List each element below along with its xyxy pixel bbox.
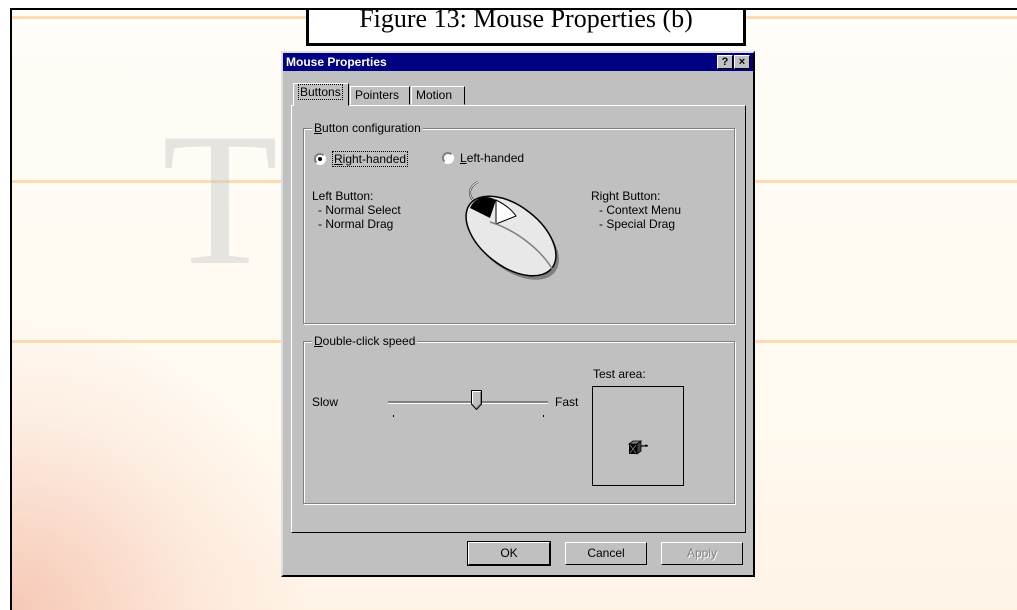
left-button-title: Left Button: [312,189,374,203]
tab-buttons[interactable]: Buttons [293,83,349,106]
test-area[interactable] [592,386,684,486]
fast-label: Fast [555,395,579,409]
cancel-button[interactable]: Cancel [565,542,647,565]
radio-right-handed[interactable]: Right-handed [314,151,409,167]
title-bar[interactable]: Mouse Properties ? × [283,53,753,71]
tab-panel-buttons: Button configuration Right-handed Left-h… [291,105,746,533]
group-label: Button configuration [312,121,423,135]
ok-button[interactable]: OK [467,541,551,566]
test-area-label: Test area: [593,367,646,381]
apply-button[interactable]: Apply [661,542,743,565]
speed-slider-thumb[interactable] [471,390,482,410]
button-configuration-group: Button configuration Right-handed Left-h… [303,121,735,324]
radio-unselected-icon [442,152,454,164]
right-button-item: - Context Menu [599,203,682,217]
radio-left-handed[interactable]: Left-handed [442,151,524,165]
figure-caption: Figure 13: Mouse Properties (b) [359,8,693,33]
radio-label: Right-handed [332,151,409,167]
mouse-illustration-icon [465,181,559,280]
left-button-item: - Normal Drag [318,217,394,231]
radio-label: Left-handed [460,151,525,165]
dialog-title: Mouse Properties [286,55,387,69]
mouse-properties-dialog: Mouse Properties ? × Buttons Pointers Mo… [281,51,755,577]
speed-slider-track[interactable] [388,401,548,404]
help-button[interactable]: ? [717,55,733,69]
slow-label: Slow [312,395,339,409]
radio-selected-icon [314,153,326,165]
jack-in-the-box-icon [627,440,649,455]
right-button-title: Right Button: [591,189,661,203]
tab-pointers[interactable]: Pointers [350,86,410,105]
left-button-item: - Normal Select [318,203,401,217]
double-click-speed-group: Double-click speed Slow Fast Test area: [303,334,735,504]
group-label: Double-click speed [312,334,418,348]
right-button-item: - Special Drag [599,217,676,231]
figure-caption-box: Figure 13: Mouse Properties (b) [306,8,746,46]
tab-motion[interactable]: Motion [411,86,465,105]
close-icon: × [738,56,746,68]
close-button[interactable]: × [734,55,750,69]
watermark-swoosh [12,310,312,610]
slider-tick [543,415,544,417]
watermark-logo: T [162,95,279,305]
slider-tick [393,415,394,417]
